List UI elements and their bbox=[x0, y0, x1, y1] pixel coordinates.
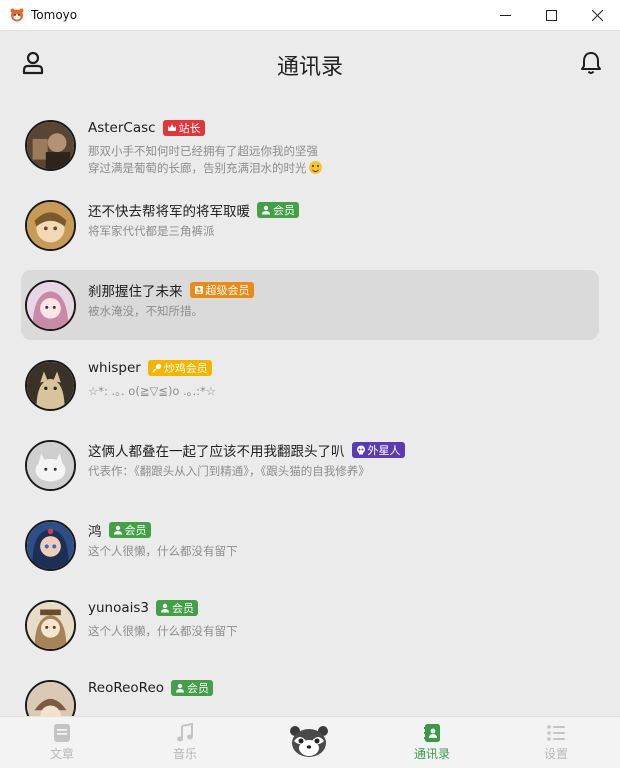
nav-label: 通讯录 bbox=[413, 747, 450, 761]
contact-signature: 那双小手不知何时已经拥有了超远你我的坚强 bbox=[88, 144, 318, 158]
member-icon bbox=[262, 205, 270, 215]
member-icon bbox=[113, 525, 122, 535]
grinning-face-icon bbox=[308, 161, 322, 174]
contacts-book-icon bbox=[424, 724, 440, 742]
contact-signature: 将军家代代都是三角裤派 bbox=[88, 224, 215, 238]
role-badge: 会员 bbox=[171, 680, 214, 696]
close-icon bbox=[591, 10, 603, 21]
contact-name: 这俩人都叠在一起了应该不用我翻跟头了叭 bbox=[88, 444, 345, 460]
avatar bbox=[25, 200, 76, 251]
article-icon bbox=[54, 724, 70, 742]
contact-name: AsterCasc bbox=[88, 120, 156, 136]
maximize-button[interactable] bbox=[528, 0, 574, 31]
red-panda-logo[interactable] bbox=[290, 725, 328, 759]
contact-name: 鸿 bbox=[88, 524, 102, 540]
contact-name: 还不快去帮将军的将军取暖 bbox=[88, 204, 250, 220]
close-button[interactable] bbox=[574, 0, 620, 31]
avatar bbox=[25, 440, 76, 491]
role-badge: 超级会员 bbox=[189, 282, 254, 298]
avatar bbox=[25, 280, 76, 331]
contact-signature: 穿过满是葡萄的长廊，告别充满泪水的时光 bbox=[88, 161, 307, 175]
nav-tab-music[interactable]: 音乐 bbox=[150, 717, 220, 768]
contact-signature: 代表作：《翻跟头从入门到精通》，《跟头猫的自我修养》 bbox=[88, 464, 370, 478]
contact-item[interactable]: yunoais3 会员 这个人很懒，什么都没有留下 bbox=[21, 590, 599, 660]
drumstick-icon bbox=[152, 363, 162, 373]
role-badge: 外星人 bbox=[351, 442, 405, 458]
member-icon bbox=[161, 603, 170, 613]
contact-signature: 被水淹没，不知所措。 bbox=[88, 304, 203, 318]
avatar bbox=[25, 120, 76, 171]
page-header: 通讯录 bbox=[0, 31, 620, 95]
avatar bbox=[25, 520, 76, 571]
nav-label: 文章 bbox=[49, 747, 74, 761]
role-badge: 会员 bbox=[257, 202, 299, 218]
settings-list-icon bbox=[547, 725, 565, 741]
contact-name: ReoReoReo bbox=[88, 680, 165, 696]
nav-tab-settings[interactable]: 设置 bbox=[521, 717, 591, 768]
maximize-icon bbox=[545, 10, 557, 21]
avatar bbox=[25, 600, 76, 651]
badge-label: 会员 bbox=[187, 682, 210, 695]
badge-label: 炒鸡会员 bbox=[163, 362, 208, 375]
badge-label: 会员 bbox=[124, 524, 147, 537]
badge-label: 会员 bbox=[273, 204, 295, 217]
page-title: 通讯录 bbox=[276, 55, 343, 80]
badge-label: 会员 bbox=[172, 602, 195, 615]
red-panda-app-icon bbox=[10, 8, 24, 22]
badge-label: 外星人 bbox=[367, 444, 401, 457]
crown-icon bbox=[167, 124, 176, 131]
nav-label: 音乐 bbox=[172, 747, 197, 761]
contact-item[interactable]: 刹那握住了未来 超级会员 被水淹没，不知所措。 bbox=[21, 270, 599, 340]
bottom-nav: 文章 音乐 通讯录 设置 bbox=[0, 716, 620, 768]
contact-name: 刹那握住了未来 bbox=[88, 284, 183, 300]
contact-item[interactable]: 还不快去帮将军的将军取暖 会员 将军家代代都是三角裤派 bbox=[21, 190, 599, 260]
contact-name: yunoais3 bbox=[88, 600, 150, 616]
member-icon bbox=[176, 683, 185, 693]
contact-name: whisper bbox=[88, 360, 141, 376]
contact-item[interactable]: 这俩人都叠在一起了应该不用我翻跟头了叭 外星人 代表作：《翻跟头从入门到精通》，… bbox=[21, 430, 599, 500]
nav-tab-articles[interactable]: 文章 bbox=[27, 717, 97, 768]
minimize-icon bbox=[499, 15, 511, 16]
contact-signature: ☆*: .｡. o(≧▽≦)o .｡.:*☆ bbox=[88, 384, 217, 398]
window-title: Tomoyo bbox=[31, 8, 78, 22]
role-badge: 会员 bbox=[108, 522, 151, 538]
role-badge: 炒鸡会员 bbox=[147, 360, 212, 376]
role-badge: 站长 bbox=[162, 120, 205, 136]
music-note-icon bbox=[177, 723, 193, 742]
avatar bbox=[25, 360, 76, 411]
nav-label: 设置 bbox=[543, 747, 568, 761]
contact-item[interactable]: AsterCasc 站长 那双小手不知何时已经拥有了超远你我的坚强 穿过满是葡萄… bbox=[21, 110, 599, 180]
contact-signature: 这个人很懒，什么都没有留下 bbox=[88, 544, 238, 558]
role-badge: 会员 bbox=[156, 600, 199, 616]
window-titlebar: Tomoyo bbox=[0, 0, 620, 31]
bell-icon[interactable] bbox=[579, 50, 603, 76]
nav-tab-contacts[interactable]: 通讯录 bbox=[397, 717, 467, 768]
minimize-button[interactable] bbox=[482, 0, 528, 31]
vip-icon bbox=[194, 286, 203, 294]
badge-label: 超级会员 bbox=[205, 284, 250, 297]
badge-label: 站长 bbox=[178, 122, 201, 135]
contact-item[interactable]: 鸿 会员 这个人很懒，什么都没有留下 bbox=[21, 510, 599, 580]
skull-icon bbox=[356, 445, 365, 455]
contact-item[interactable]: whisper 炒鸡会员 ☆*: .｡. o(≧▽≦)o .｡.:*☆ bbox=[21, 350, 599, 420]
contact-signature: 这个人很懒，什么都没有留下 bbox=[88, 624, 238, 638]
